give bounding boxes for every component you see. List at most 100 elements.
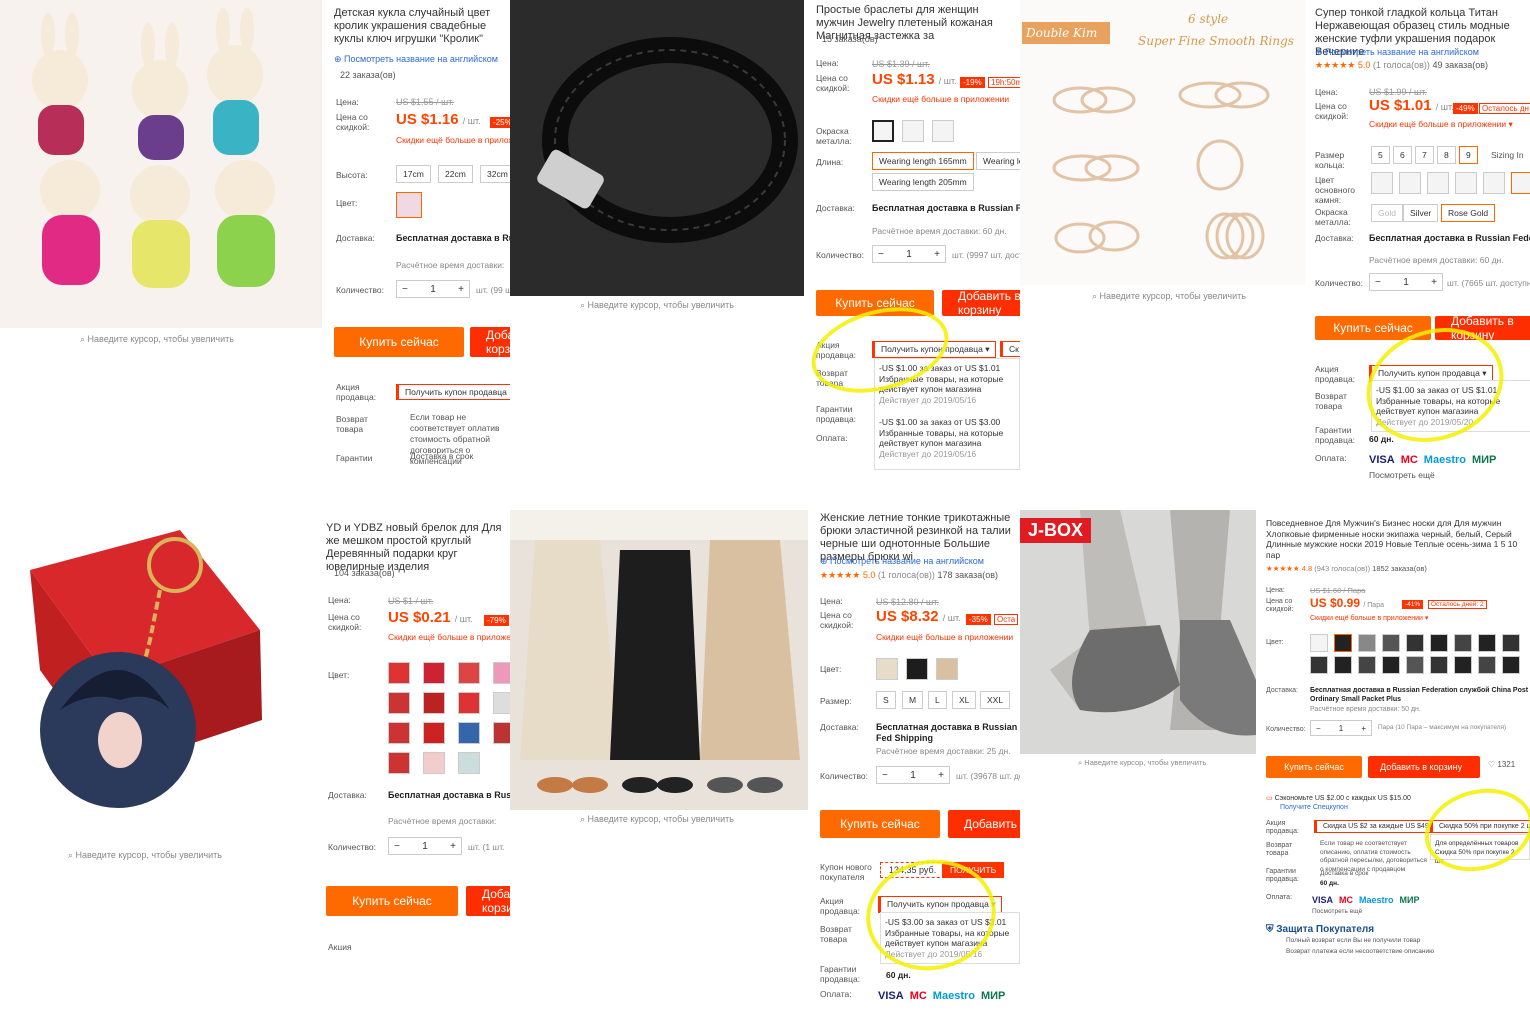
- size-option[interactable]: 5: [1371, 146, 1390, 164]
- size-option[interactable]: M: [902, 691, 924, 709]
- metal-option[interactable]: Silver: [1403, 204, 1439, 222]
- app-deal[interactable]: Скидки ещё больше в приложении: [872, 94, 1009, 104]
- color-swatch[interactable]: [423, 662, 445, 684]
- seller-coupon-button[interactable]: Скидка US $2 за каждые US $49: [1314, 820, 1436, 833]
- add-to-cart-button[interactable]: Добавить в корзину: [1368, 756, 1480, 778]
- color-swatch[interactable]: [396, 192, 422, 218]
- product-image-socks[interactable]: [1020, 510, 1256, 754]
- size-option[interactable]: 7: [1415, 146, 1434, 164]
- size-option[interactable]: L: [928, 691, 947, 709]
- stone-swatch[interactable]: [1511, 172, 1530, 194]
- color-swatch[interactable]: [1406, 656, 1424, 674]
- color-swatch[interactable]: [1406, 634, 1424, 652]
- add-to-cart-button[interactable]: Добавить в корзину: [470, 327, 510, 357]
- quantity-stepper[interactable]: −1 +: [396, 280, 470, 298]
- color-swatch[interactable]: [1382, 634, 1400, 652]
- metal-swatch[interactable]: [902, 120, 924, 142]
- app-deal[interactable]: Скидки ещё больше в приложении: [876, 632, 1013, 642]
- metal-option[interactable]: Rose Gold: [1441, 204, 1496, 222]
- app-deal[interactable]: Скидки ещё больше в приложении ▾: [1310, 614, 1428, 622]
- add-to-cart-button[interactable]: Добавить: [948, 810, 1020, 838]
- special-coupon-link[interactable]: Получите Спецкупон: [1280, 804, 1348, 811]
- metal-swatch[interactable]: [932, 120, 954, 142]
- buy-now-button[interactable]: Купить сейчас: [334, 327, 464, 357]
- buy-now-button[interactable]: Купить сейчас: [326, 886, 458, 916]
- color-swatch[interactable]: [1502, 634, 1520, 652]
- color-swatch[interactable]: [1502, 656, 1520, 674]
- size-option[interactable]: 32cm: [480, 165, 510, 183]
- app-deal[interactable]: Скидки ещё больше в приложении: [388, 632, 510, 642]
- color-swatch[interactable]: [388, 722, 410, 744]
- color-swatch[interactable]: [1454, 634, 1472, 652]
- color-swatch[interactable]: [1454, 656, 1472, 674]
- color-swatch[interactable]: [1478, 634, 1496, 652]
- product-image-bunnies[interactable]: [0, 0, 322, 328]
- quantity-stepper[interactable]: −1 +: [388, 837, 462, 855]
- size-option[interactable]: 22cm: [438, 165, 473, 183]
- size-option[interactable]: 6: [1393, 146, 1412, 164]
- color-swatch[interactable]: [1310, 634, 1328, 652]
- color-swatch[interactable]: [936, 658, 958, 680]
- stone-swatch[interactable]: [1427, 172, 1449, 194]
- quantity-stepper[interactable]: −1 +: [872, 245, 946, 263]
- stone-swatch[interactable]: [1483, 172, 1505, 194]
- product-image-keychain[interactable]: [0, 510, 312, 850]
- color-swatch[interactable]: [1430, 656, 1448, 674]
- color-swatch[interactable]: [1310, 656, 1328, 674]
- stone-swatch[interactable]: [1455, 172, 1477, 194]
- app-deal[interactable]: Скидки ещё больше в приложении ▾: [1369, 119, 1513, 130]
- color-swatch[interactable]: [906, 658, 928, 680]
- add-to-cart-button[interactable]: Добавить в корзину: [942, 289, 1020, 317]
- color-swatch[interactable]: [458, 692, 480, 714]
- buy-now-button[interactable]: Купить сейчас: [1266, 756, 1362, 778]
- length-option[interactable]: Wearing le: [976, 152, 1020, 170]
- color-swatch[interactable]: [388, 692, 410, 714]
- length-option[interactable]: Wearing length 165mm: [872, 152, 974, 170]
- seller-coupon-button-2[interactable]: Ск: [1000, 341, 1020, 357]
- color-swatch[interactable]: [1478, 656, 1496, 674]
- color-swatch[interactable]: [423, 722, 445, 744]
- translate-link[interactable]: ⊕ Посмотреть название на английском: [820, 556, 984, 567]
- color-swatch[interactable]: [493, 692, 510, 714]
- product-image-bracelet[interactable]: [510, 0, 804, 296]
- color-swatch[interactable]: [423, 692, 445, 714]
- stone-swatch[interactable]: [1371, 172, 1393, 194]
- size-option[interactable]: 8: [1437, 146, 1456, 164]
- color-swatch[interactable]: [388, 752, 410, 774]
- translate-link[interactable]: ⊕ Посмотреть название на английском: [1315, 47, 1479, 58]
- color-swatch[interactable]: [458, 722, 480, 744]
- color-swatch[interactable]: [388, 662, 410, 684]
- size-option[interactable]: S: [876, 691, 896, 709]
- color-swatch[interactable]: [458, 662, 480, 684]
- length-option[interactable]: Wearing length 205mm: [872, 173, 974, 191]
- quantity-stepper[interactable]: −1 +: [1369, 273, 1443, 291]
- color-swatch[interactable]: [1358, 634, 1376, 652]
- show-more-link[interactable]: Посмотреть ещё: [1312, 906, 1362, 917]
- color-swatch[interactable]: [1358, 656, 1376, 674]
- color-swatch[interactable]: [1430, 634, 1448, 652]
- seller-coupon-button[interactable]: Получить купон продавца: [396, 384, 510, 400]
- size-option[interactable]: 17cm: [396, 165, 431, 183]
- size-option[interactable]: XL: [952, 691, 977, 709]
- size-option[interactable]: XXL: [980, 691, 1011, 709]
- size-option[interactable]: 9: [1459, 146, 1478, 164]
- translate-link[interactable]: ⊕ Посмотреть название на английском: [334, 54, 498, 65]
- color-swatch[interactable]: [493, 722, 510, 744]
- show-more-link[interactable]: Посмотреть ещё: [1369, 470, 1435, 480]
- product-image-trousers[interactable]: [510, 510, 808, 810]
- stone-swatch[interactable]: [1399, 172, 1421, 194]
- buy-now-button[interactable]: Купить сейчас: [820, 810, 940, 838]
- color-swatch[interactable]: [1334, 656, 1352, 674]
- color-swatch[interactable]: [1334, 634, 1352, 652]
- color-swatch[interactable]: [493, 662, 510, 684]
- sizing-link[interactable]: Sizing In: [1491, 150, 1524, 161]
- color-swatch[interactable]: [1382, 656, 1400, 674]
- metal-swatch[interactable]: [872, 120, 894, 142]
- color-swatch[interactable]: [458, 752, 480, 774]
- metal-option[interactable]: Gold: [1371, 204, 1403, 222]
- add-to-cart-button[interactable]: Добавить в корзину: [466, 886, 510, 916]
- wishlist-button[interactable]: ♡ 1321: [1488, 760, 1515, 769]
- color-swatch[interactable]: [423, 752, 445, 774]
- quantity-stepper[interactable]: −1 +: [876, 766, 950, 784]
- quantity-stepper[interactable]: −1 +: [1310, 720, 1372, 736]
